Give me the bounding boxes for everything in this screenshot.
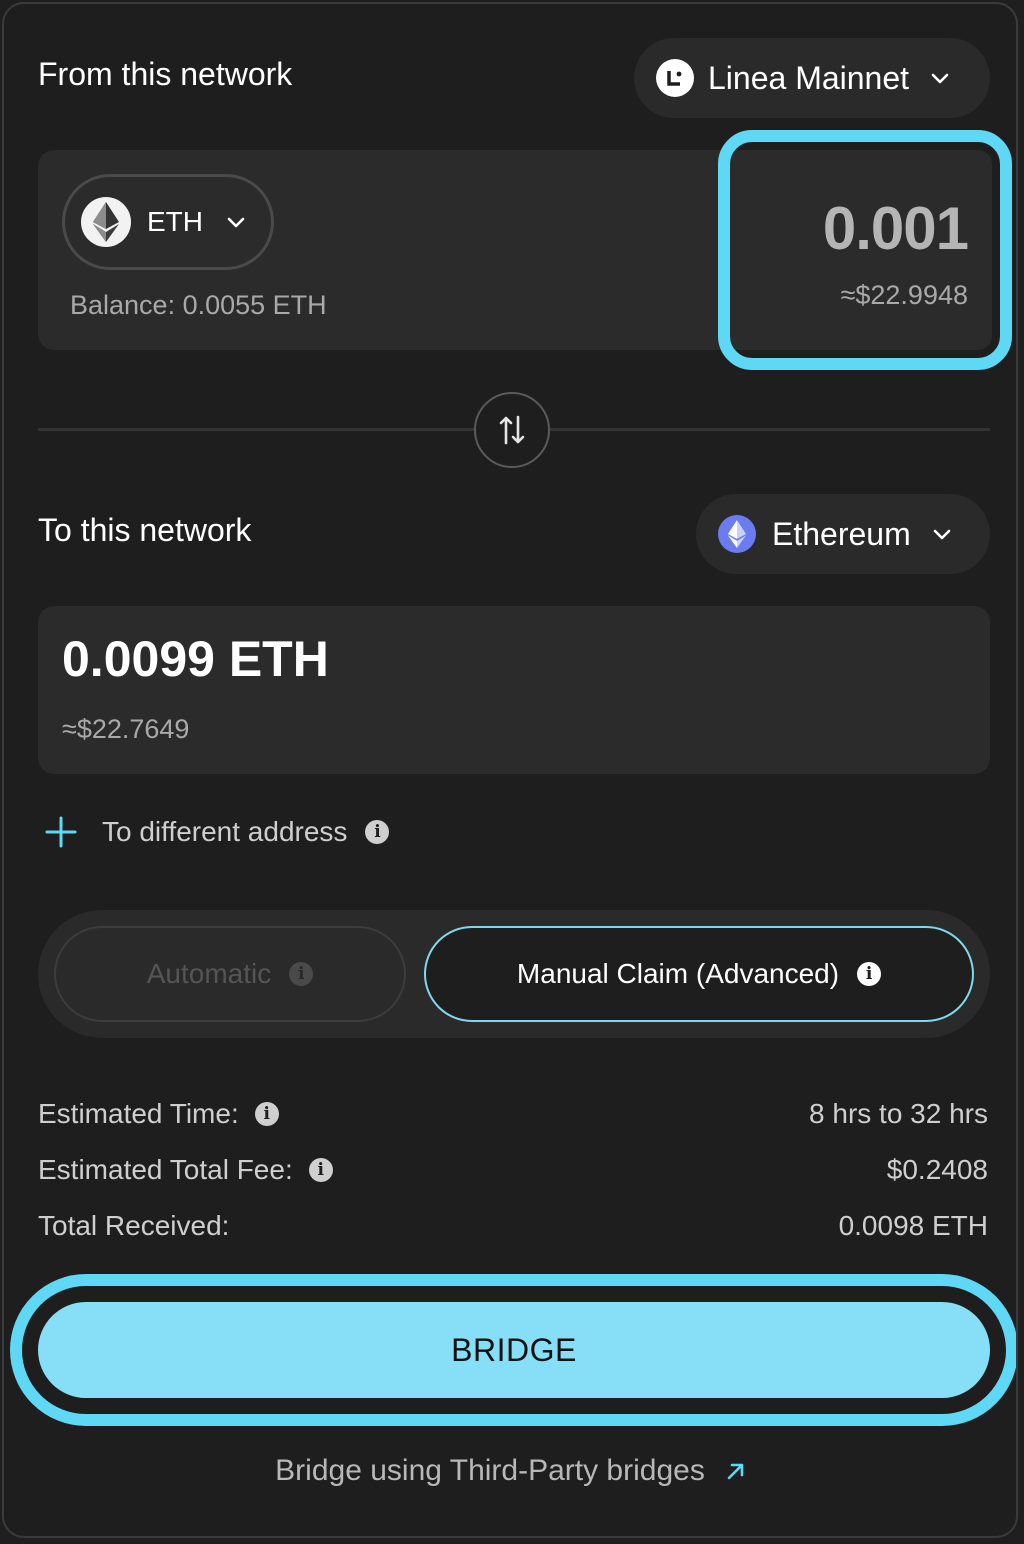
bridge-button[interactable]: BRIDGE [38, 1302, 990, 1398]
third-party-bridges-link[interactable]: Bridge using Third-Party bridges [4, 1448, 1016, 1494]
estimated-time-row: Estimated Time: i 8 hrs to 32 hrs [4, 1094, 1016, 1138]
estimated-time-label: Estimated Time: [38, 1098, 239, 1129]
estimated-fee-label: Estimated Total Fee: [38, 1154, 293, 1185]
bridge-button-label: BRIDGE [451, 1331, 577, 1368]
to-network-name: Ethereum [772, 515, 911, 552]
ethereum-network-icon [718, 515, 756, 553]
estimated-fee-value: $0.2408 [886, 1154, 988, 1185]
third-party-link-label: Bridge using Third-Party bridges [275, 1454, 705, 1487]
automatic-claim-option[interactable]: Automatic i [54, 926, 406, 1022]
balance-text: Balance: 0.0055 ETH [70, 290, 327, 320]
total-received-value: 0.0098 ETH [838, 1210, 988, 1241]
token-symbol: ETH [147, 206, 203, 237]
total-received-label: Total Received: [38, 1210, 230, 1241]
eth-token-icon [81, 197, 131, 247]
swap-direction-button[interactable] [474, 392, 550, 468]
from-network-name: Linea Mainnet [708, 59, 910, 96]
chevron-down-icon [931, 73, 949, 84]
total-received-row: Total Received: 0.0098 ETH [4, 1206, 1016, 1250]
chevron-down-icon [933, 529, 951, 540]
to-network-selector[interactable]: Ethereum [696, 494, 990, 574]
token-selector[interactable]: ETH [62, 174, 274, 270]
different-address-label: To different address [102, 816, 348, 847]
external-link-arrow-icon [727, 1463, 744, 1480]
received-amount-usd: ≈$22.7649 [62, 714, 190, 744]
amount-usd: ≈$22.9948 [840, 280, 968, 310]
info-icon[interactable]: i [857, 962, 882, 986]
bridge-card: From this network Linea Mainnet ETH Bala… [2, 2, 1018, 1538]
plus-icon [45, 816, 77, 848]
linea-logo-icon [656, 59, 694, 97]
different-address-toggle[interactable]: To different address i [44, 808, 390, 856]
estimated-time-value: 8 hrs to 32 hrs [809, 1098, 988, 1129]
amount-value: 0.001 [822, 195, 969, 262]
estimated-fee-row: Estimated Total Fee: i $0.2408 [4, 1150, 1016, 1194]
info-icon[interactable]: i [365, 820, 390, 844]
to-network-label: To this network [38, 512, 252, 548]
from-network-selector[interactable]: Linea Mainnet [634, 38, 990, 118]
info-icon[interactable]: i [308, 1158, 333, 1182]
manual-claim-label: Manual Claim (Advanced) [516, 958, 840, 989]
claim-type-selector: Automatic i Manual Claim (Advanced) i [38, 910, 990, 1038]
info-icon[interactable]: i [254, 1102, 279, 1126]
automatic-label: Automatic [146, 958, 272, 989]
from-network-label: From this network [38, 56, 293, 92]
info-icon[interactable]: i [289, 962, 314, 986]
to-amount-panel: 0.0099 ETH ≈$22.7649 [38, 606, 990, 774]
received-amount: 0.0099 ETH [62, 631, 329, 687]
swap-arrows-icon [499, 415, 525, 445]
chevron-down-icon [227, 217, 245, 228]
manual-claim-option[interactable]: Manual Claim (Advanced) i [424, 926, 974, 1022]
amount-input[interactable]: 0.001 ≈$22.9948 [738, 150, 992, 350]
